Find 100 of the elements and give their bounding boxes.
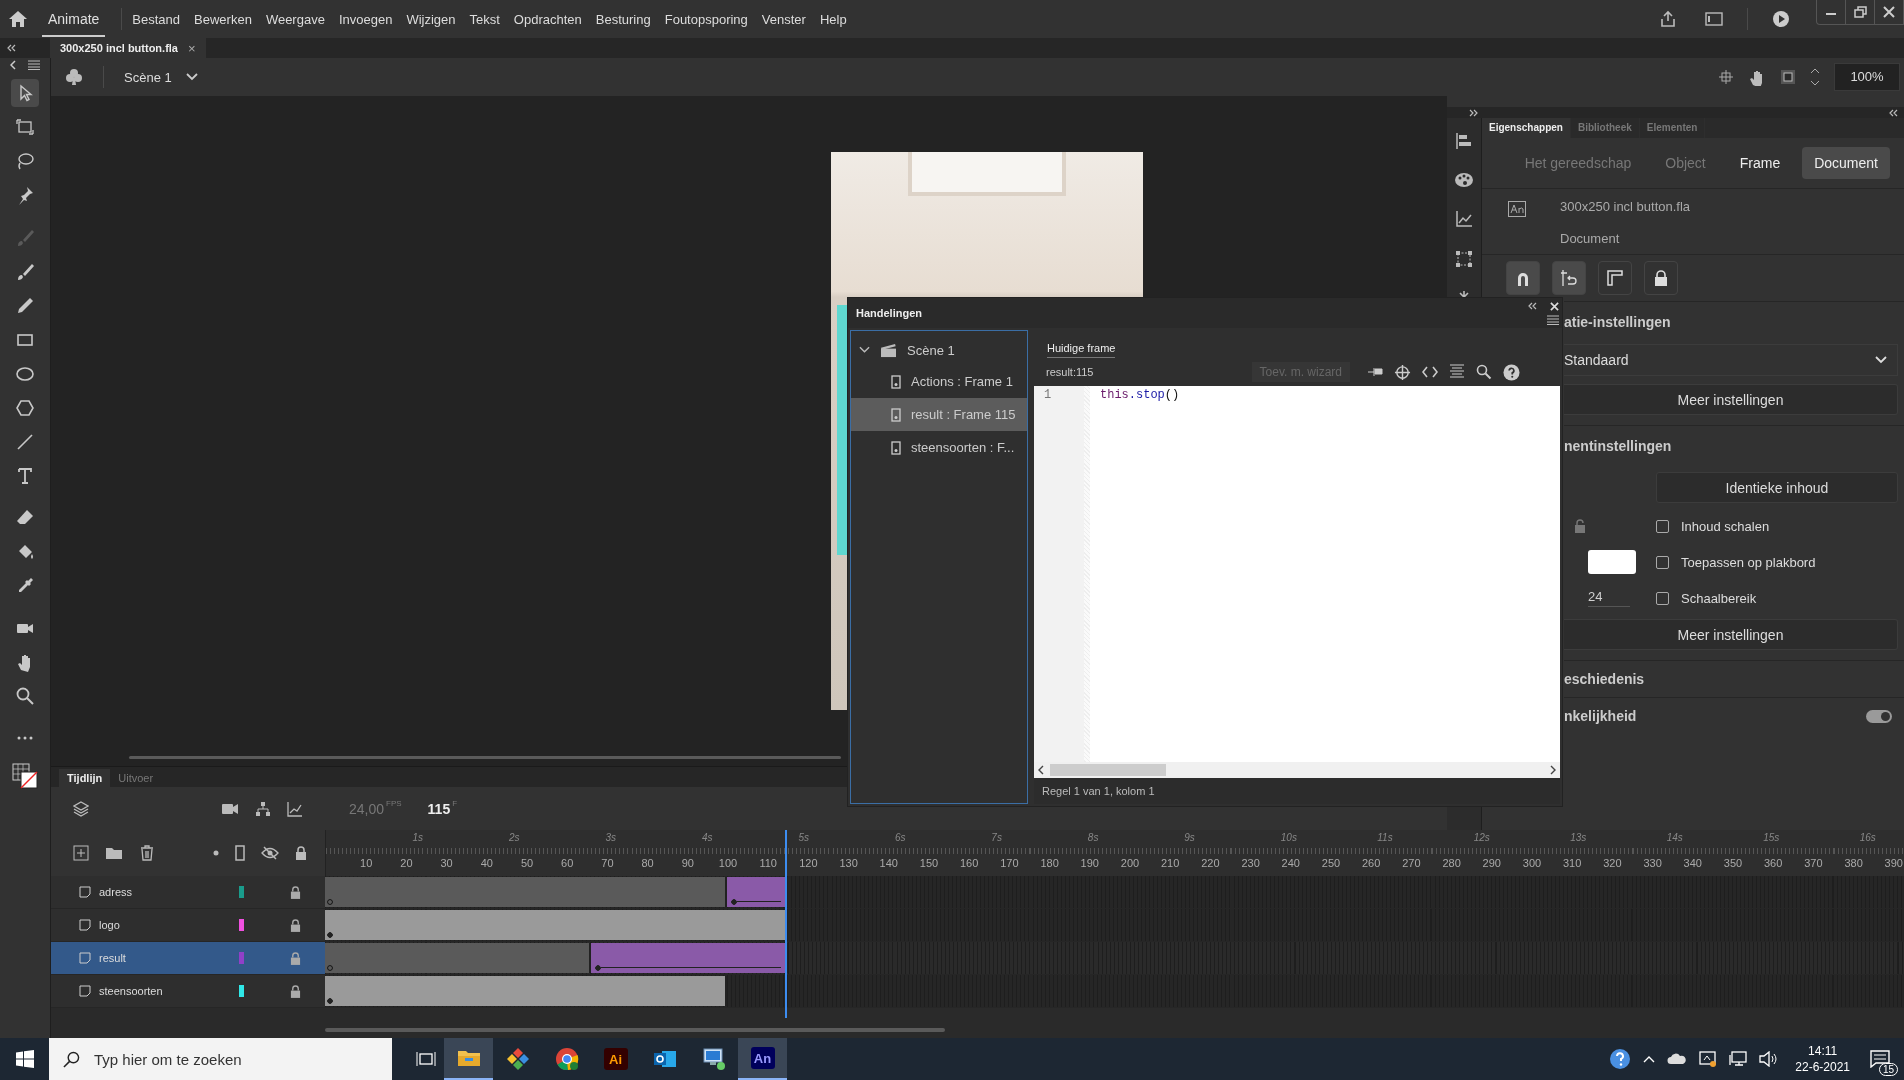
current-frame[interactable]: 115 bbox=[427, 800, 451, 817]
collapse-icon[interactable] bbox=[6, 44, 16, 52]
section-heading[interactable]: nkelijkheid bbox=[1564, 708, 1637, 724]
chevron-left-icon[interactable] bbox=[1038, 765, 1044, 775]
crosshair-icon[interactable] bbox=[1394, 363, 1411, 381]
zoom-field[interactable]: 100% bbox=[1834, 63, 1900, 91]
playhead[interactable] bbox=[785, 830, 788, 1018]
more-settings-button[interactable]: Meer instellingen bbox=[1564, 384, 1898, 415]
layer-name[interactable]: logo bbox=[99, 919, 231, 931]
collapse-icon[interactable] bbox=[1527, 302, 1537, 310]
palette-icon[interactable] bbox=[1454, 172, 1474, 188]
section-heading[interactable]: atie-instellingen bbox=[1564, 314, 1898, 330]
share-icon[interactable] bbox=[1659, 10, 1677, 28]
guides-button[interactable] bbox=[1552, 261, 1586, 295]
trash-icon[interactable] bbox=[139, 845, 155, 861]
tween-span[interactable] bbox=[727, 877, 788, 907]
menu-item[interactable]: Tekst bbox=[469, 11, 500, 27]
checkbox-label[interactable]: Schaalbereik bbox=[1681, 590, 1757, 606]
chevron-down-icon[interactable] bbox=[859, 346, 870, 354]
frame-ruler[interactable] bbox=[325, 830, 1904, 876]
graph-icon[interactable] bbox=[287, 800, 303, 817]
layer-name[interactable]: adress bbox=[99, 886, 231, 898]
snap-button[interactable] bbox=[1506, 261, 1540, 295]
taskbar-app[interactable] bbox=[444, 1038, 493, 1080]
code-icon[interactable] bbox=[1422, 366, 1438, 378]
chevron-down-icon[interactable] bbox=[185, 73, 198, 81]
add-layer-icon[interactable] bbox=[73, 845, 89, 861]
transform-icon[interactable] bbox=[1455, 250, 1473, 268]
sync-icon[interactable] bbox=[1699, 1050, 1718, 1068]
taskbar-app[interactable]: An bbox=[738, 1038, 787, 1080]
lock-icon[interactable] bbox=[295, 846, 307, 860]
panel-tab[interactable]: Huidige frame bbox=[1047, 342, 1116, 358]
checkbox-label[interactable]: Inhoud schalen bbox=[1681, 518, 1770, 534]
section-heading[interactable]: nentinstellingen bbox=[1564, 438, 1898, 454]
panel-tab[interactable]: Eigenschappen bbox=[1482, 118, 1571, 138]
close-tab-button[interactable]: × bbox=[188, 40, 196, 56]
help-icon[interactable] bbox=[1503, 363, 1520, 381]
tree-item[interactable]: Actions : Frame 1 bbox=[851, 365, 1027, 398]
align-icon[interactable] bbox=[1455, 132, 1473, 150]
clock-time[interactable]: 14:11 bbox=[1808, 1044, 1838, 1058]
layer-row[interactable]: steensoorten bbox=[51, 975, 1904, 1008]
crosshair-icon[interactable] bbox=[1718, 69, 1734, 85]
checkbox-label[interactable]: Toepassen op plakbord bbox=[1681, 554, 1816, 570]
checkbox[interactable] bbox=[1656, 591, 1669, 605]
document-tab[interactable]: 300x250 incl button.fla × bbox=[50, 38, 206, 58]
format-lines-icon[interactable] bbox=[1449, 364, 1465, 380]
layer-row[interactable]: result bbox=[51, 942, 1904, 975]
expand-icon[interactable] bbox=[1469, 108, 1479, 117]
menu-item[interactable]: Venster bbox=[761, 11, 806, 27]
scrollbar[interactable] bbox=[325, 1028, 945, 1032]
windows-start-icon[interactable] bbox=[16, 1050, 34, 1068]
menu-item[interactable]: Weergave bbox=[265, 11, 325, 27]
lock-icon[interactable] bbox=[290, 918, 301, 932]
lock-icon[interactable] bbox=[290, 951, 301, 965]
menu-item[interactable]: Besturing bbox=[595, 11, 651, 27]
section-heading[interactable]: eschiedenis bbox=[1564, 671, 1898, 687]
layers-icon[interactable] bbox=[73, 800, 89, 817]
notifications-button[interactable]: 15 bbox=[1862, 1038, 1898, 1080]
panel-tab[interactable]: Tijdlijn bbox=[59, 769, 111, 787]
layer-color[interactable] bbox=[239, 952, 244, 964]
menu-item[interactable]: Invoegen bbox=[338, 11, 393, 27]
eye-slash-icon[interactable] bbox=[261, 846, 279, 860]
lock-icon[interactable] bbox=[290, 984, 301, 998]
mode-tab[interactable]: Document bbox=[1802, 147, 1890, 179]
collapse-icon[interactable] bbox=[1888, 108, 1898, 117]
menu-item[interactable]: Bewerken bbox=[194, 11, 252, 27]
tree-item[interactable]: steensoorten : F... bbox=[851, 431, 1027, 464]
home-icon[interactable] bbox=[8, 10, 28, 28]
layer-row[interactable]: logo bbox=[51, 909, 1904, 942]
mode-tab[interactable]: Frame bbox=[1727, 147, 1793, 179]
lock-button[interactable] bbox=[1644, 261, 1678, 295]
toggle-switch[interactable] bbox=[1866, 709, 1892, 723]
tree-item[interactable]: result : Frame 115 bbox=[851, 398, 1027, 431]
lock-open-icon[interactable] bbox=[1574, 519, 1586, 533]
speaker-icon[interactable] bbox=[1759, 1051, 1778, 1067]
clubs-icon[interactable] bbox=[65, 68, 83, 86]
menu-item[interactable]: Foutopsporing bbox=[664, 11, 748, 27]
checkbox[interactable] bbox=[1656, 519, 1669, 533]
hierarchy-icon[interactable] bbox=[255, 800, 271, 817]
layer-name[interactable]: result bbox=[99, 952, 231, 964]
background-color-swatch[interactable] bbox=[1588, 550, 1636, 574]
chevron-up-icon[interactable] bbox=[1643, 1055, 1656, 1063]
menu-icon[interactable] bbox=[28, 60, 40, 70]
scrollbar[interactable] bbox=[129, 756, 841, 759]
lock-icon[interactable] bbox=[290, 885, 301, 899]
frame-rate-field[interactable]: 24 bbox=[1588, 589, 1630, 607]
dot-icon[interactable] bbox=[213, 850, 219, 856]
layer-color[interactable] bbox=[239, 886, 244, 898]
profile-dropdown[interactable]: Standaard bbox=[1564, 344, 1898, 376]
clip-square-icon[interactable] bbox=[1780, 69, 1796, 85]
layer-row[interactable]: adress bbox=[51, 876, 1904, 909]
network-icon[interactable] bbox=[1729, 1051, 1748, 1067]
outline-icon[interactable] bbox=[235, 845, 245, 861]
pin-icon[interactable] bbox=[1367, 366, 1383, 378]
task-view-icon[interactable] bbox=[416, 1051, 436, 1067]
search-icon[interactable] bbox=[1476, 364, 1492, 380]
play-icon[interactable] bbox=[1772, 10, 1790, 28]
match-contents-button[interactable]: Identieke inhoud bbox=[1656, 472, 1898, 503]
layer-color[interactable] bbox=[239, 919, 244, 931]
menu-item[interactable]: Help bbox=[819, 11, 847, 27]
